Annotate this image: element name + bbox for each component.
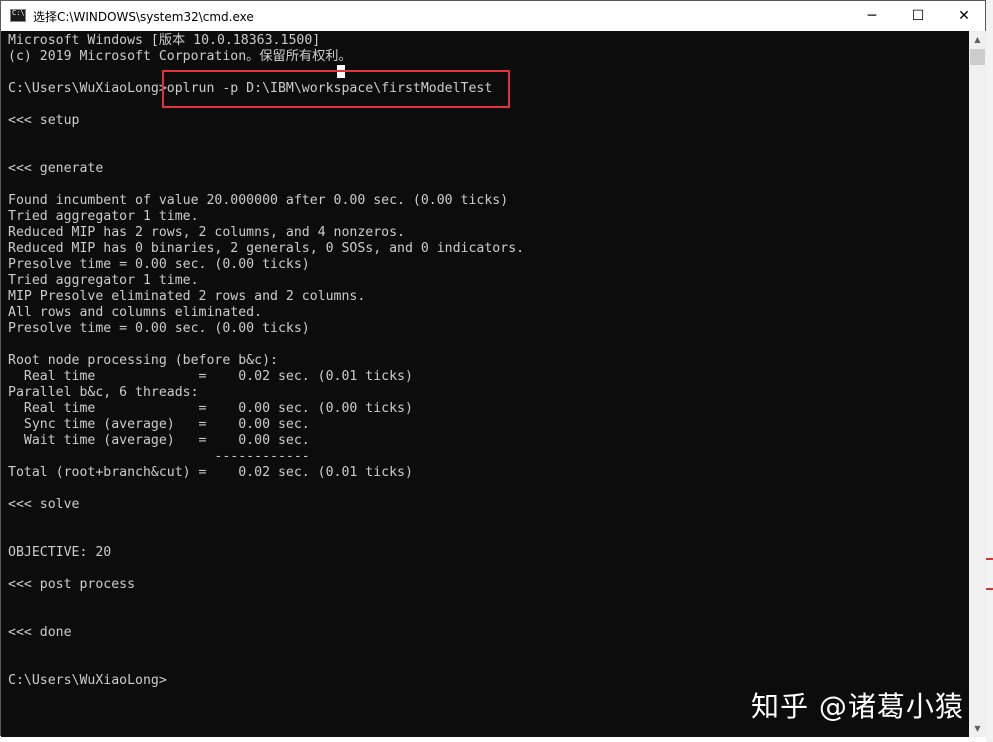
console-output[interactable]: Microsoft Windows [版本 10.0.18363.1500] (c… [1,31,969,737]
console-line: <<< post process [8,577,136,592]
console-line: Parallel b&c, 6 threads: [8,385,199,400]
minimize-icon: ─ [867,8,877,24]
console-line: Microsoft Windows [版本 10.0.18363.1500] [8,33,321,48]
console-line: OBJECTIVE: 20 [8,545,112,560]
console-line: Sync time (average) = 0.00 sec. [8,417,310,432]
scroll-thumb[interactable] [970,49,985,65]
console-line: <<< done [8,625,72,640]
console-line: <<< generate [8,161,104,176]
console-line: Reduced MIP has 2 rows, 2 columns, and 4… [8,225,405,240]
console-line: Real time = 0.00 sec. (0.00 ticks) [8,401,413,416]
background-window-accent [986,558,993,560]
close-icon: ✕ [958,8,970,24]
cmd-window: 选择C:\WINDOWS\system32\cmd.exe ─ ☐ ✕ Micr… [0,0,986,737]
console-line: (c) 2019 Microsoft Corporation。保留所有权利。 [8,49,352,64]
command-highlight-box [162,70,510,108]
console-line: Presolve time = 0.00 sec. (0.00 ticks) [8,257,310,272]
console-line: Tried aggregator 1 time. [8,209,199,224]
console-text: Microsoft Windows [版本 10.0.18363.1500] (c… [8,33,524,689]
maximize-icon: ☐ [911,8,925,24]
console-line: All rows and columns eliminated. [8,305,263,320]
console-line: Root node processing (before b&c): [8,353,278,368]
console-line: Tried aggregator 1 time. [8,273,199,288]
scroll-down-icon[interactable]: ▼ [969,720,986,737]
console-line: Found incumbent of value 20.000000 after… [8,193,509,208]
console-line: Reduced MIP has 0 binaries, 2 generals, … [8,241,525,256]
window-title: 选择C:\WINDOWS\system32\cmd.exe [33,10,254,24]
console-line: Total (root+branch&cut) = 0.02 sec. (0.0… [8,465,413,480]
console-line: Real time = 0.02 sec. (0.01 ticks) [8,369,413,384]
maximize-button[interactable]: ☐ [895,1,941,31]
title-bar[interactable]: 选择C:\WINDOWS\system32\cmd.exe ─ ☐ ✕ [1,1,985,31]
scroll-up-icon[interactable]: ▲ [969,31,986,48]
watermark: 知乎 @诸葛小猿 [751,690,964,723]
vertical-scrollbar[interactable]: ▲ ▼ [969,31,986,737]
console-line: MIP Presolve eliminated 2 rows and 2 col… [8,289,366,304]
close-button[interactable]: ✕ [941,1,987,31]
console-line: <<< setup [8,113,80,128]
minimize-button[interactable]: ─ [849,1,895,31]
background-window-accent [986,588,993,590]
console-line: <<< solve [8,497,80,512]
console-line: Presolve time = 0.00 sec. (0.00 ticks) [8,321,310,336]
console-line: C:\Users\WuXiaoLong> [8,673,167,688]
console-line: ------------ [8,449,310,464]
background-window-edge [986,0,993,742]
console-line: Wait time (average) = 0.00 sec. [8,433,310,448]
cmd-icon[interactable] [10,9,26,22]
